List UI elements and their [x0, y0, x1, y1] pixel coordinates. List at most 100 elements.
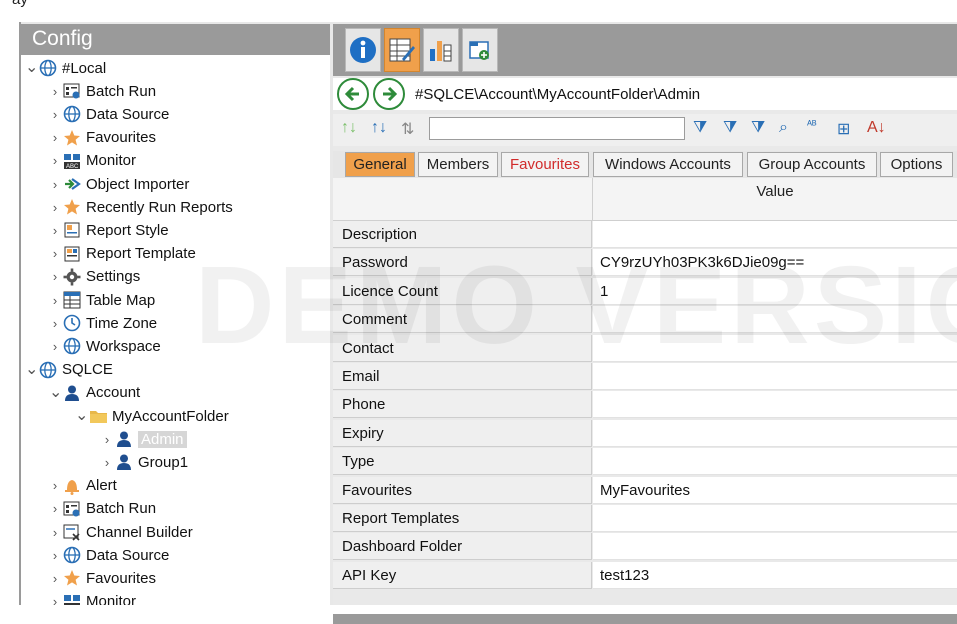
- property-value[interactable]: [593, 533, 957, 560]
- chevron-right-icon[interactable]: ›: [49, 223, 61, 238]
- filter-down-icon[interactable]: ⧩: [723, 119, 737, 137]
- property-row[interactable]: Phone: [333, 391, 957, 419]
- property-row[interactable]: Type: [333, 448, 957, 476]
- property-row[interactable]: Email: [333, 363, 957, 391]
- property-row[interactable]: Dashboard Folder: [333, 533, 957, 561]
- chevron-right-icon[interactable]: ›: [49, 339, 61, 354]
- tree-node[interactable]: ›Favourites: [49, 567, 156, 589]
- chevron-right-icon[interactable]: ›: [101, 432, 113, 447]
- property-value[interactable]: [593, 363, 957, 390]
- property-row[interactable]: PasswordCY9rzUYh03PK3k6DJie09g==: [333, 249, 957, 277]
- property-value[interactable]: [593, 448, 957, 475]
- property-value[interactable]: 1: [593, 278, 957, 305]
- tree-node[interactable]: ⌄MyAccountFolder: [75, 405, 229, 427]
- property-value[interactable]: test123: [593, 562, 957, 589]
- chevron-right-icon[interactable]: ›: [49, 571, 61, 586]
- property-row[interactable]: Contact: [333, 335, 957, 363]
- sort-az-icon[interactable]: A↓: [867, 119, 886, 137]
- tree-node[interactable]: ›Report Style: [49, 219, 169, 241]
- chevron-right-icon[interactable]: ›: [49, 293, 61, 308]
- tree-node[interactable]: ›ABCMonitor: [49, 591, 136, 605]
- table-edit-button[interactable]: [384, 28, 420, 72]
- chart-icon: [427, 35, 455, 65]
- replace-icon[interactable]: ᴬᴮ: [807, 119, 817, 131]
- chart-button[interactable]: [423, 28, 459, 72]
- chevron-right-icon[interactable]: ›: [49, 501, 61, 516]
- sort-toggle-icon[interactable]: ⇅: [401, 119, 414, 139]
- tree-node[interactable]: ›Workspace: [49, 335, 161, 357]
- tree-node[interactable]: ⌄Account: [49, 382, 140, 404]
- chevron-right-icon[interactable]: ›: [49, 84, 61, 99]
- chevron-right-icon[interactable]: ›: [49, 548, 61, 563]
- tree-node[interactable]: ›Data Source: [49, 103, 169, 125]
- tree-node[interactable]: ›Object Importer: [49, 173, 189, 195]
- property-value[interactable]: MyFavourites: [593, 477, 957, 504]
- tab-options[interactable]: Options: [880, 152, 953, 177]
- tree-node[interactable]: ›Time Zone: [49, 312, 157, 334]
- chevron-right-icon[interactable]: ›: [49, 316, 61, 331]
- tree-node[interactable]: ›Data Source: [49, 544, 169, 566]
- property-value[interactable]: [593, 306, 957, 333]
- move-up-icon[interactable]: ↑↓: [341, 119, 357, 137]
- chevron-right-icon[interactable]: ›: [49, 153, 61, 168]
- tree-node[interactable]: ›Settings: [49, 266, 140, 288]
- property-row[interactable]: Report Templates: [333, 505, 957, 533]
- tab-members[interactable]: Members: [418, 152, 498, 177]
- tree-node[interactable]: ›Admin: [101, 428, 187, 450]
- forward-button[interactable]: [373, 78, 405, 110]
- property-value[interactable]: [593, 221, 957, 248]
- tree-node[interactable]: ›Favourites: [49, 127, 156, 149]
- expand-columns-icon[interactable]: ⊞: [837, 119, 850, 139]
- new-tab-button[interactable]: [462, 28, 498, 72]
- tree-node[interactable]: ›Batch Run: [49, 498, 156, 520]
- config-panel-title: Config: [21, 24, 330, 55]
- property-row[interactable]: FavouritesMyFavourites: [333, 477, 957, 505]
- property-row[interactable]: Licence Count1: [333, 278, 957, 306]
- sort-desc-icon[interactable]: ↑↓: [371, 119, 387, 137]
- property-value[interactable]: [593, 420, 957, 447]
- info-button[interactable]: [345, 28, 381, 72]
- tab-group-accounts[interactable]: Group Accounts: [747, 152, 877, 177]
- property-value[interactable]: [593, 391, 957, 418]
- tree-node[interactable]: ⌄SQLCE: [25, 359, 113, 381]
- chevron-down-icon[interactable]: ⌄: [25, 63, 37, 73]
- chevron-right-icon[interactable]: ›: [49, 594, 61, 605]
- find-icon[interactable]: ⌕: [779, 119, 788, 137]
- chevron-right-icon[interactable]: ›: [49, 177, 61, 192]
- chevron-right-icon[interactable]: ›: [49, 107, 61, 122]
- tab-windows-accounts[interactable]: Windows Accounts: [593, 152, 743, 177]
- property-key: Phone: [333, 391, 592, 418]
- chevron-right-icon[interactable]: ›: [49, 246, 61, 261]
- property-row[interactable]: Comment: [333, 306, 957, 334]
- chevron-down-icon[interactable]: ⌄: [25, 365, 37, 375]
- filter-icon[interactable]: ⧩: [693, 119, 707, 137]
- tree-node[interactable]: ›Batch Run: [49, 80, 156, 102]
- property-row[interactable]: Description: [333, 221, 957, 249]
- tree-node[interactable]: ›Report Template: [49, 243, 196, 265]
- tree-node[interactable]: ›Recently Run Reports: [49, 196, 233, 218]
- chevron-right-icon[interactable]: ›: [49, 269, 61, 284]
- filter-clear-icon[interactable]: ⧩: [751, 119, 765, 137]
- property-row[interactable]: API Keytest123: [333, 562, 957, 590]
- back-button[interactable]: [337, 78, 369, 110]
- tree-node[interactable]: ›Table Map: [49, 289, 155, 311]
- chevron-right-icon[interactable]: ›: [49, 200, 61, 215]
- property-value[interactable]: [593, 335, 957, 362]
- tree-node[interactable]: ⌄#Local: [25, 57, 106, 79]
- tab-favourites[interactable]: Favourites: [501, 152, 589, 177]
- property-row[interactable]: Expiry: [333, 420, 957, 448]
- tree-node[interactable]: ›ABCMonitor: [49, 150, 136, 172]
- chevron-right-icon[interactable]: ›: [49, 478, 61, 493]
- tree-node[interactable]: ›Channel Builder: [49, 521, 193, 543]
- tree-node[interactable]: ›Group1: [101, 451, 188, 473]
- property-value[interactable]: CY9rzUYh03PK3k6DJie09g==: [593, 249, 957, 276]
- property-value[interactable]: [593, 505, 957, 532]
- search-input[interactable]: [429, 117, 685, 140]
- chevron-right-icon[interactable]: ›: [49, 525, 61, 540]
- chevron-down-icon[interactable]: ⌄: [75, 411, 87, 421]
- chevron-down-icon[interactable]: ⌄: [49, 388, 61, 398]
- tab-general[interactable]: General: [345, 152, 415, 177]
- chevron-right-icon[interactable]: ›: [49, 130, 61, 145]
- chevron-right-icon[interactable]: ›: [101, 455, 113, 470]
- tree-node[interactable]: ›Alert: [49, 475, 117, 497]
